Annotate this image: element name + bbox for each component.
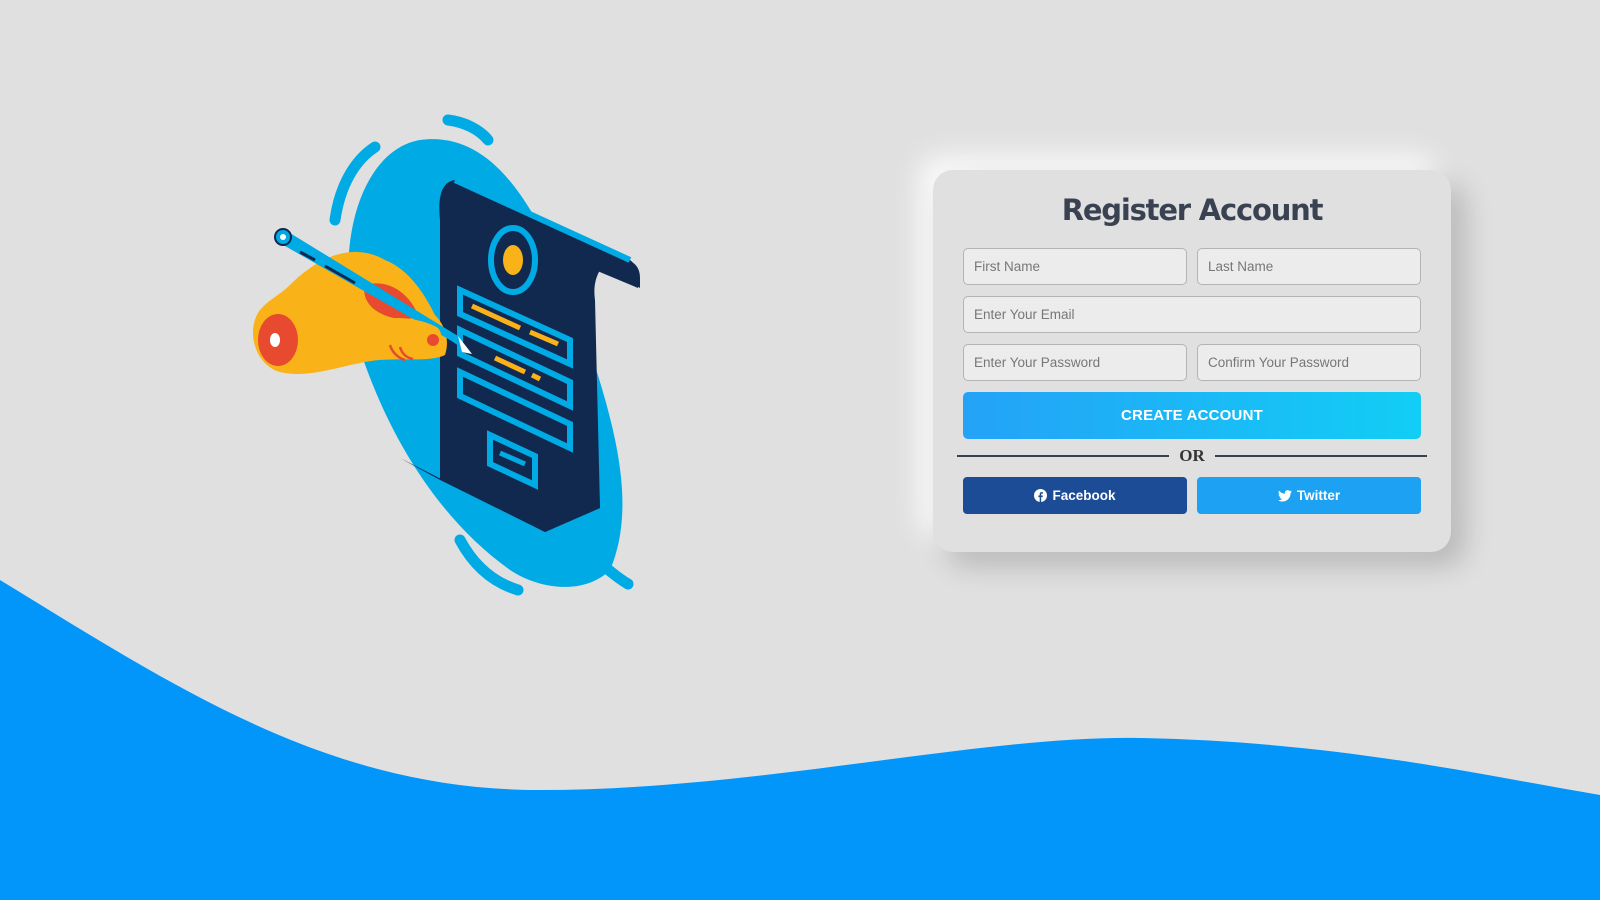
- twitter-label: Twitter: [1296, 488, 1341, 503]
- email-input[interactable]: [963, 296, 1421, 333]
- registration-document-illustration: [252, 114, 640, 596]
- twitter-button[interactable]: Twitter: [1197, 477, 1421, 514]
- register-card: Register Account CREATE ACCOUNT OR Faceb…: [933, 170, 1451, 552]
- password-input[interactable]: [963, 344, 1187, 381]
- social-login-row: Facebook Twitter: [963, 477, 1421, 514]
- register-title: Register Account: [1061, 193, 1324, 227]
- password-row: [963, 344, 1421, 381]
- divider-line-right: [1214, 455, 1427, 457]
- name-row: [963, 248, 1421, 285]
- facebook-icon: [1034, 489, 1048, 502]
- confirm-password-input[interactable]: [1197, 344, 1421, 381]
- divider-line-left: [957, 455, 1170, 457]
- first-name-input[interactable]: [963, 248, 1187, 285]
- twitter-icon: [1277, 489, 1292, 502]
- facebook-label: Facebook: [1052, 488, 1116, 503]
- or-divider: OR: [957, 445, 1427, 467]
- create-account-button[interactable]: CREATE ACCOUNT: [963, 392, 1421, 439]
- facebook-button[interactable]: Facebook: [963, 477, 1187, 514]
- or-text: OR: [1179, 446, 1205, 465]
- email-row: [963, 296, 1421, 333]
- last-name-input[interactable]: [1197, 248, 1421, 285]
